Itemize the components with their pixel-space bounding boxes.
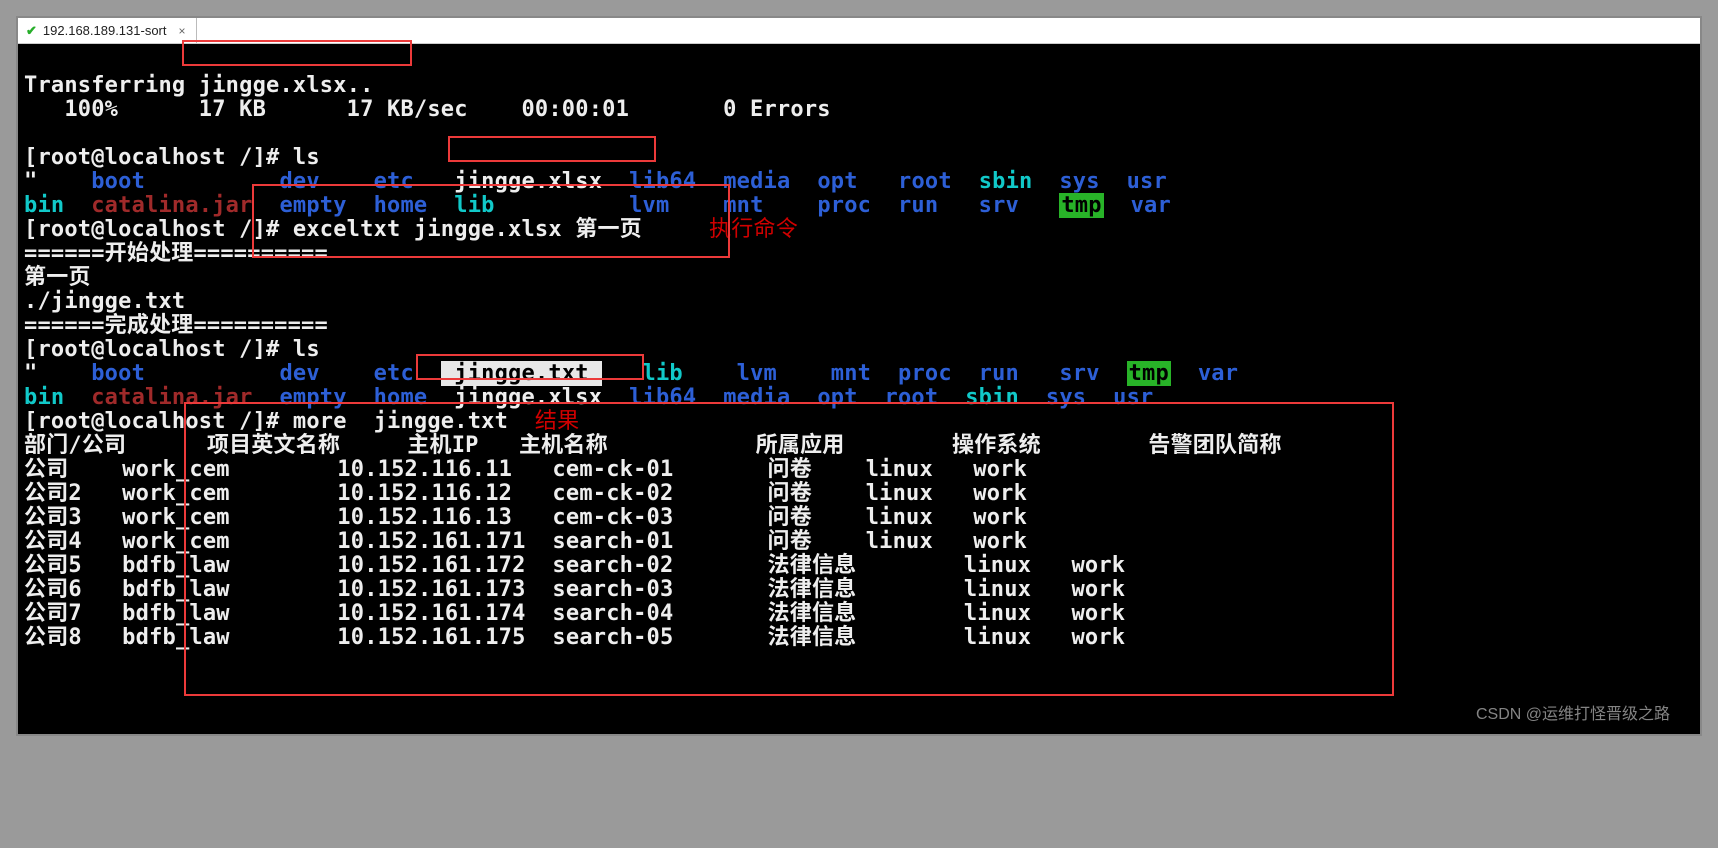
table-row: 公司3 work_cem 10.152.116.13 cem-ck-03 问卷 … [24, 505, 1027, 530]
connected-icon: ✔ [26, 23, 37, 39]
table-row: 公司6 bdfb_law 10.152.161.173 search-03 法律… [24, 577, 1125, 602]
table-row: 公司5 bdfb_law 10.152.161.172 search-02 法律… [24, 553, 1125, 578]
proc-start: ======开始处理========== [24, 241, 328, 266]
ls1-row2: bin catalina.jar empty home lib lvm mnt … [24, 193, 1171, 218]
table-row: 公司8 bdfb_law 10.152.161.175 search-05 法律… [24, 625, 1125, 650]
terminal-content[interactable]: Transferring jingge.xlsx.. 100% 17 KB 17… [18, 44, 1700, 848]
terminal-window: ✔ 192.168.189.131-sort × Transferring ji… [16, 16, 1702, 736]
highlight-box [448, 136, 656, 162]
prompt-exceltxt: [root@localhost /]# exceltxt jingge.xlsx… [24, 217, 642, 242]
table-row: 公司4 work_cem 10.152.161.171 search-01 问卷… [24, 529, 1027, 554]
ls1-row1: " boot dev etc jingge.xlsx lib64 media o… [24, 169, 1167, 194]
selected-file: jingge.txt [441, 361, 602, 386]
tab-session[interactable]: ✔ 192.168.189.131-sort × [18, 18, 197, 43]
table-row: 公司7 bdfb_law 10.152.161.174 search-04 法律… [24, 601, 1125, 626]
ls2-row1: " boot dev etc jingge.txt lib lvm mnt pr… [24, 361, 1238, 386]
transfer-progress: 100% 17 KB 17 KB/sec 00:00:01 0 Errors [24, 97, 831, 122]
proc-sheet: 第一页 [24, 265, 91, 290]
tab-bar: ✔ 192.168.189.131-sort × [18, 18, 1700, 44]
prompt-ls-1: [root@localhost /]# ls [24, 145, 320, 170]
proc-done: ======完成处理========== [24, 313, 328, 338]
watermark: CSDN @运维打怪晋级之路 [1476, 700, 1670, 724]
annotation-exec: 执行命令 [709, 217, 798, 242]
tab-title: 192.168.189.131-sort [43, 23, 167, 38]
annotation-result: 结果 [535, 409, 579, 434]
highlight-box [182, 40, 412, 66]
table-row: 公司2 work_cem 10.152.116.12 cem-ck-02 问卷 … [24, 481, 1027, 506]
table-header: 部门/公司 项目英文名称 主机IP 主机名称 所属应用 操作系统 告警团队简称 [24, 433, 1282, 458]
close-icon[interactable]: × [179, 24, 186, 38]
ls2-row2: bin catalina.jar empty home jingge.xlsx … [24, 385, 1153, 410]
prompt-ls-2: [root@localhost /]# ls [24, 337, 320, 362]
transfer-line: Transferring jingge.xlsx.. [24, 73, 374, 98]
prompt-more: [root@localhost /]# more jingge.txt 结果 [24, 409, 579, 434]
table-row: 公司 work_cem 10.152.116.11 cem-ck-01 问卷 l… [24, 457, 1027, 482]
proc-outfile: ./jingge.txt [24, 289, 185, 314]
